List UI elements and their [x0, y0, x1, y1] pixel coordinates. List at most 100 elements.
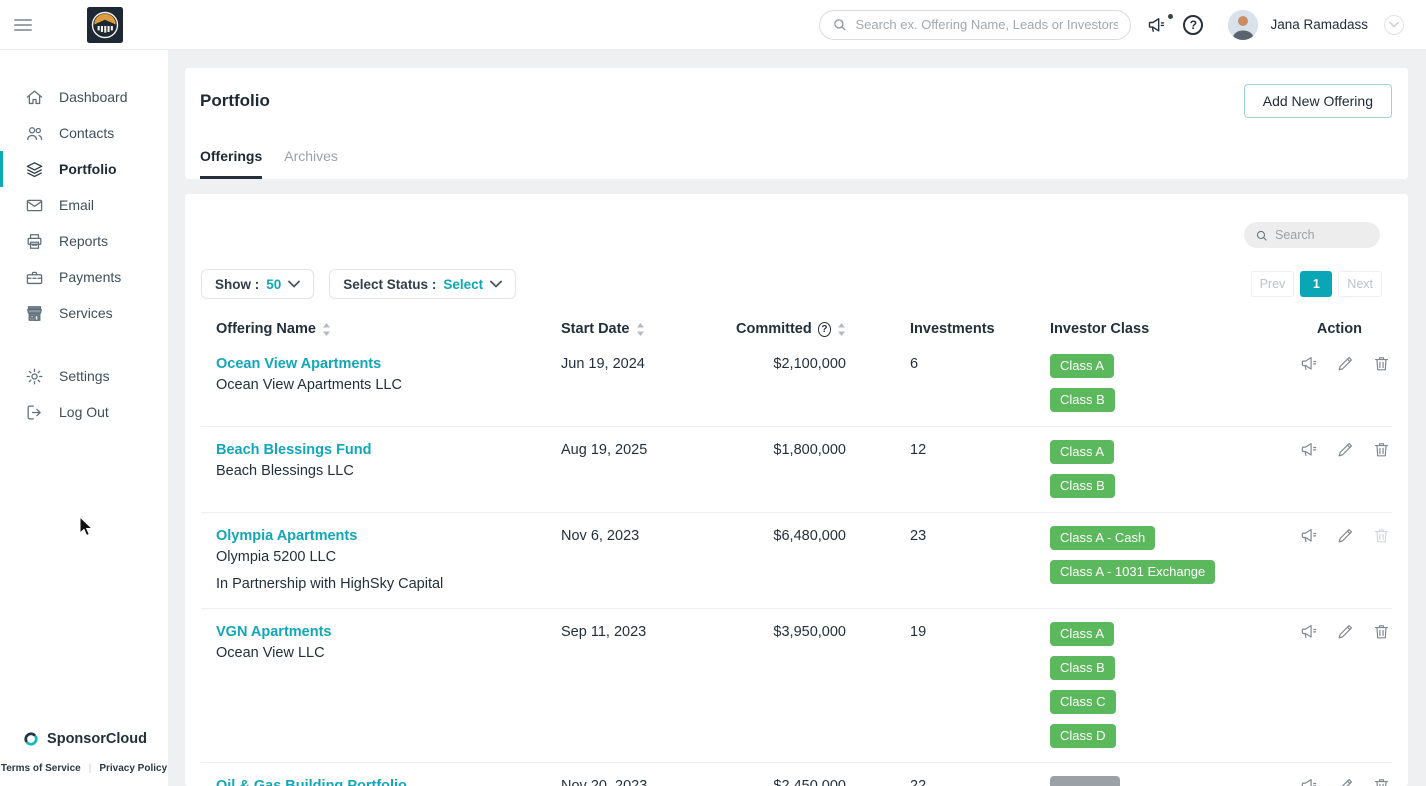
page-header-card: Portfolio Add New Offering Offerings Arc…: [185, 68, 1408, 179]
show-dropdown[interactable]: Show : 50: [201, 269, 314, 299]
divider: |: [89, 763, 92, 774]
investor-class-badge: [1050, 776, 1120, 786]
investor-class-badge: Class D: [1050, 724, 1116, 748]
offering-name-cell: VGN Apartments Ocean View LLC: [201, 622, 561, 748]
offering-name-link[interactable]: Olympia Apartments: [216, 526, 357, 546]
announce-icon[interactable]: [1300, 526, 1319, 545]
column-header-committed[interactable]: Committed ?: [736, 321, 846, 337]
investor-class-badges: Class AClass B: [1050, 440, 1300, 498]
offering-name-link[interactable]: Ocean View Apartments: [216, 354, 381, 374]
investor-class-badge: Class A - Cash: [1050, 526, 1155, 550]
offering-name-link[interactable]: Beach Blessings Fund: [216, 440, 372, 460]
sidebar-item-payments[interactable]: Payments: [0, 259, 168, 295]
announce-icon[interactable]: [1300, 622, 1319, 641]
table-row: Beach Blessings Fund Beach Blessings LLC…: [201, 426, 1392, 512]
layers-icon: [25, 160, 44, 179]
column-header-offering-name[interactable]: Offering Name: [201, 321, 561, 337]
start-date: Aug 19, 2025: [561, 440, 736, 498]
column-header-start-date[interactable]: Start Date: [561, 321, 736, 337]
sidebar-item-email[interactable]: Email: [0, 187, 168, 223]
sidebar-item-label: Contacts: [59, 125, 114, 141]
main-content: Portfolio Add New Offering Offerings Arc…: [168, 50, 1426, 786]
gear-icon: [25, 367, 44, 386]
delete-icon[interactable]: [1372, 354, 1391, 373]
offering-subtitle: Olympia 5200 LLC: [216, 547, 561, 567]
table-search-input[interactable]: [1275, 228, 1369, 242]
tab-offerings[interactable]: Offerings: [200, 148, 262, 179]
offering-subtitle: Beach Blessings LLC: [216, 461, 561, 481]
sidebar: Dashboard Contacts Portfolio Email Repor…: [0, 50, 168, 786]
offering-name-link[interactable]: VGN Apartments: [216, 622, 331, 642]
chevron-down-icon: [288, 280, 300, 288]
announce-icon[interactable]: [1300, 776, 1319, 786]
storefront-icon: [25, 304, 44, 323]
sidebar-item-reports[interactable]: Reports: [0, 223, 168, 259]
committed-amount: $2,450,000: [736, 776, 846, 786]
investor-class-badge: Class A - 1031 Exchange: [1050, 560, 1215, 584]
investor-class-badge: Class C: [1050, 690, 1116, 714]
offering-name-cell: Olympia Apartments Olympia 5200 LLC In P…: [201, 526, 561, 594]
committed-help-icon[interactable]: ?: [818, 322, 831, 337]
printer-icon: [25, 232, 44, 251]
offering-name-cell: Ocean View Apartments Ocean View Apartme…: [201, 354, 561, 412]
announce-icon[interactable]: [1300, 440, 1319, 459]
investor-class-badge: Class A: [1050, 354, 1114, 378]
avatar[interactable]: [1228, 10, 1258, 40]
status-dropdown[interactable]: Select Status : Select: [329, 269, 516, 299]
edit-icon[interactable]: [1336, 526, 1355, 545]
sidebar-item-label: Email: [59, 197, 94, 213]
delete-icon[interactable]: [1372, 622, 1391, 641]
column-header-investor-class: Investor Class: [1050, 321, 1300, 337]
sponsorcloud-logo-icon: [21, 729, 41, 749]
offering-name-link[interactable]: Oil & Gas Building Portfolio: [216, 776, 407, 786]
sidebar-item-dashboard[interactable]: Dashboard: [0, 79, 168, 115]
edit-icon[interactable]: [1336, 354, 1355, 373]
announce-icon[interactable]: [1300, 354, 1319, 373]
committed-amount: $1,800,000: [736, 440, 846, 498]
sidebar-item-settings[interactable]: Settings: [0, 358, 168, 394]
sidebar-item-contacts[interactable]: Contacts: [0, 115, 168, 151]
row-actions: [1300, 354, 1407, 412]
offering-name-cell: Beach Blessings Fund Beach Blessings LLC: [201, 440, 561, 498]
offering-note: In Partnership with HighSky Capital: [216, 574, 561, 594]
sidebar-item-services[interactable]: Services: [0, 295, 168, 331]
delete-icon[interactable]: [1372, 526, 1391, 545]
investments-count: 19: [846, 622, 1050, 748]
user-menu-chevron-icon[interactable]: [1384, 15, 1404, 35]
start-date: Nov 6, 2023: [561, 526, 736, 594]
edit-icon[interactable]: [1336, 622, 1355, 641]
user-name[interactable]: Jana Ramadass: [1270, 17, 1368, 32]
committed-amount: $3,950,000: [736, 622, 846, 748]
help-icon[interactable]: ?: [1183, 15, 1203, 35]
edit-icon[interactable]: [1336, 776, 1355, 786]
sidebar-item-label: Reports: [59, 233, 108, 249]
sidebar-item-label: Services: [59, 305, 113, 321]
delete-icon[interactable]: [1372, 440, 1391, 459]
investor-class-badge: Class A: [1050, 622, 1114, 646]
terms-link[interactable]: Terms of Service: [1, 763, 81, 774]
global-search-input[interactable]: [855, 17, 1118, 32]
prev-page-button[interactable]: Prev: [1251, 271, 1295, 297]
global-search: [819, 10, 1131, 40]
row-actions: [1300, 440, 1407, 498]
add-new-offering-button[interactable]: Add New Offering: [1244, 84, 1392, 118]
top-bar: ? Jana Ramadass: [0, 0, 1426, 50]
tab-archives[interactable]: Archives: [284, 148, 338, 179]
current-page-button[interactable]: 1: [1300, 271, 1332, 297]
sort-icon: [837, 323, 846, 336]
sidebar-item-portfolio[interactable]: Portfolio: [0, 151, 168, 187]
privacy-link[interactable]: Privacy Policy: [99, 763, 167, 774]
sidebar-item-label: Log Out: [59, 404, 109, 420]
search-icon: [1255, 229, 1268, 242]
table-body: Ocean View Apartments Ocean View Apartme…: [201, 341, 1392, 786]
sidebar-item-logout[interactable]: Log Out: [0, 394, 168, 430]
next-page-button[interactable]: Next: [1338, 271, 1382, 297]
show-value: 50: [266, 277, 281, 292]
hamburger-menu-icon[interactable]: [14, 16, 32, 34]
edit-icon[interactable]: [1336, 440, 1355, 459]
column-header-investments: Investments: [846, 321, 1050, 337]
sidebar-footer: SponsorCloud Terms of Service | Privacy …: [0, 729, 168, 774]
announcements-icon[interactable]: [1147, 15, 1167, 35]
offerings-table-card: Show : 50 Select Status : Select Prev 1 …: [185, 194, 1408, 786]
delete-icon[interactable]: [1372, 776, 1391, 786]
